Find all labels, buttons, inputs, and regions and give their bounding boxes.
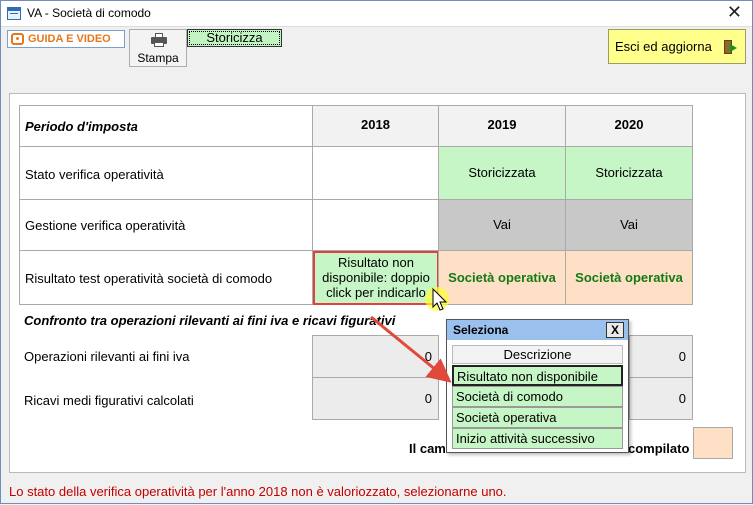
option-risultato-non-disponibile[interactable]: Risultato non disponibile — [452, 365, 623, 386]
campo-text-right: compilato — [628, 441, 690, 456]
gestione-label-cell: Gestione verifica operatività — [19, 199, 313, 251]
seleziona-popup: Seleziona X Descrizione Risultato non di… — [446, 319, 629, 453]
risultato-2020-cell[interactable]: Società operativa — [565, 250, 693, 305]
stato-2020-cell[interactable]: Storicizzata — [565, 146, 693, 200]
campo-text-left: Il cam — [409, 441, 446, 456]
vai-2019-button[interactable]: Vai — [438, 199, 566, 251]
year-header-2020: 2020 — [565, 105, 693, 147]
popup-title-bar: Seleziona X — [447, 320, 628, 340]
esci-aggiorna-button[interactable]: Esci ed aggiorna — [608, 29, 746, 64]
year-header-2018: 2018 — [312, 105, 439, 147]
operazioni-value-right: 0 — [629, 335, 693, 378]
stato-2019-cell[interactable]: Storicizzata — [438, 146, 566, 200]
storicizza-button[interactable]: Storicizza — [187, 29, 282, 47]
periodo-header-cell: Periodo d'imposta — [19, 105, 313, 147]
option-societa-operativa[interactable]: Società operativa — [452, 407, 623, 428]
operazioni-label: Operazioni rilevanti ai fini iva — [24, 349, 190, 364]
guida-video-label: GUIDA E VIDEO — [28, 33, 111, 45]
gestione-2018-cell[interactable] — [312, 199, 439, 251]
confronto-label: Confronto tra operazioni rilevanti ai fi… — [24, 313, 396, 328]
gestione-label: Gestione verifica operatività — [25, 218, 186, 233]
stato-label: Stato verifica operatività — [25, 167, 164, 182]
popup-close-button[interactable]: X — [606, 322, 624, 338]
risultato-2018-cell[interactable]: Risultato non disponibile: doppio click … — [313, 251, 439, 305]
option-societa-di-comodo[interactable]: Società di comodo — [452, 386, 623, 407]
status-message: Lo stato della verifica operatività per … — [9, 484, 507, 499]
option-inizio-attivita-successivo[interactable]: Inizio attività successivo — [452, 428, 623, 449]
stampa-button[interactable]: Stampa — [129, 29, 187, 67]
title-bar: VA - Società di comodo ✕ — [1, 1, 752, 27]
ricavi-value-right: 0 — [629, 377, 693, 420]
operazioni-value-left: 0 — [312, 335, 439, 378]
campo-indicator-box — [693, 427, 733, 459]
year-header-2019: 2019 — [438, 105, 566, 147]
risultato-2019-cell[interactable]: Società operativa — [438, 250, 566, 305]
esci-aggiorna-label: Esci ed aggiorna — [615, 39, 712, 54]
stato-2018-cell[interactable] — [312, 146, 439, 200]
stampa-label: Stampa — [137, 51, 179, 65]
risultato-label: Risultato test operatività società di co… — [25, 271, 273, 286]
popup-title: Seleziona — [453, 323, 509, 337]
ricavi-value-left: 0 — [312, 377, 439, 420]
exit-door-icon — [724, 40, 738, 54]
window-title: VA - Società di comodo — [27, 6, 151, 20]
guida-video-button[interactable]: GUIDA E VIDEO — [7, 30, 125, 48]
close-window-button[interactable]: ✕ — [727, 2, 742, 23]
popup-column-header: Descrizione — [452, 345, 623, 364]
app-icon — [7, 7, 21, 20]
ricavi-label: Ricavi medi figurativi calcolati — [24, 393, 194, 408]
vai-2020-button[interactable]: Vai — [565, 199, 693, 251]
risultato-label-cell: Risultato test operatività società di co… — [19, 250, 313, 305]
stato-label-cell: Stato verifica operatività — [19, 146, 313, 200]
main-window: VA - Società di comodo ✕ GUIDA E VIDEO S… — [0, 0, 753, 504]
video-guide-icon — [11, 33, 24, 45]
periodo-label: Periodo d'imposta — [25, 119, 138, 134]
printer-icon — [151, 33, 167, 47]
